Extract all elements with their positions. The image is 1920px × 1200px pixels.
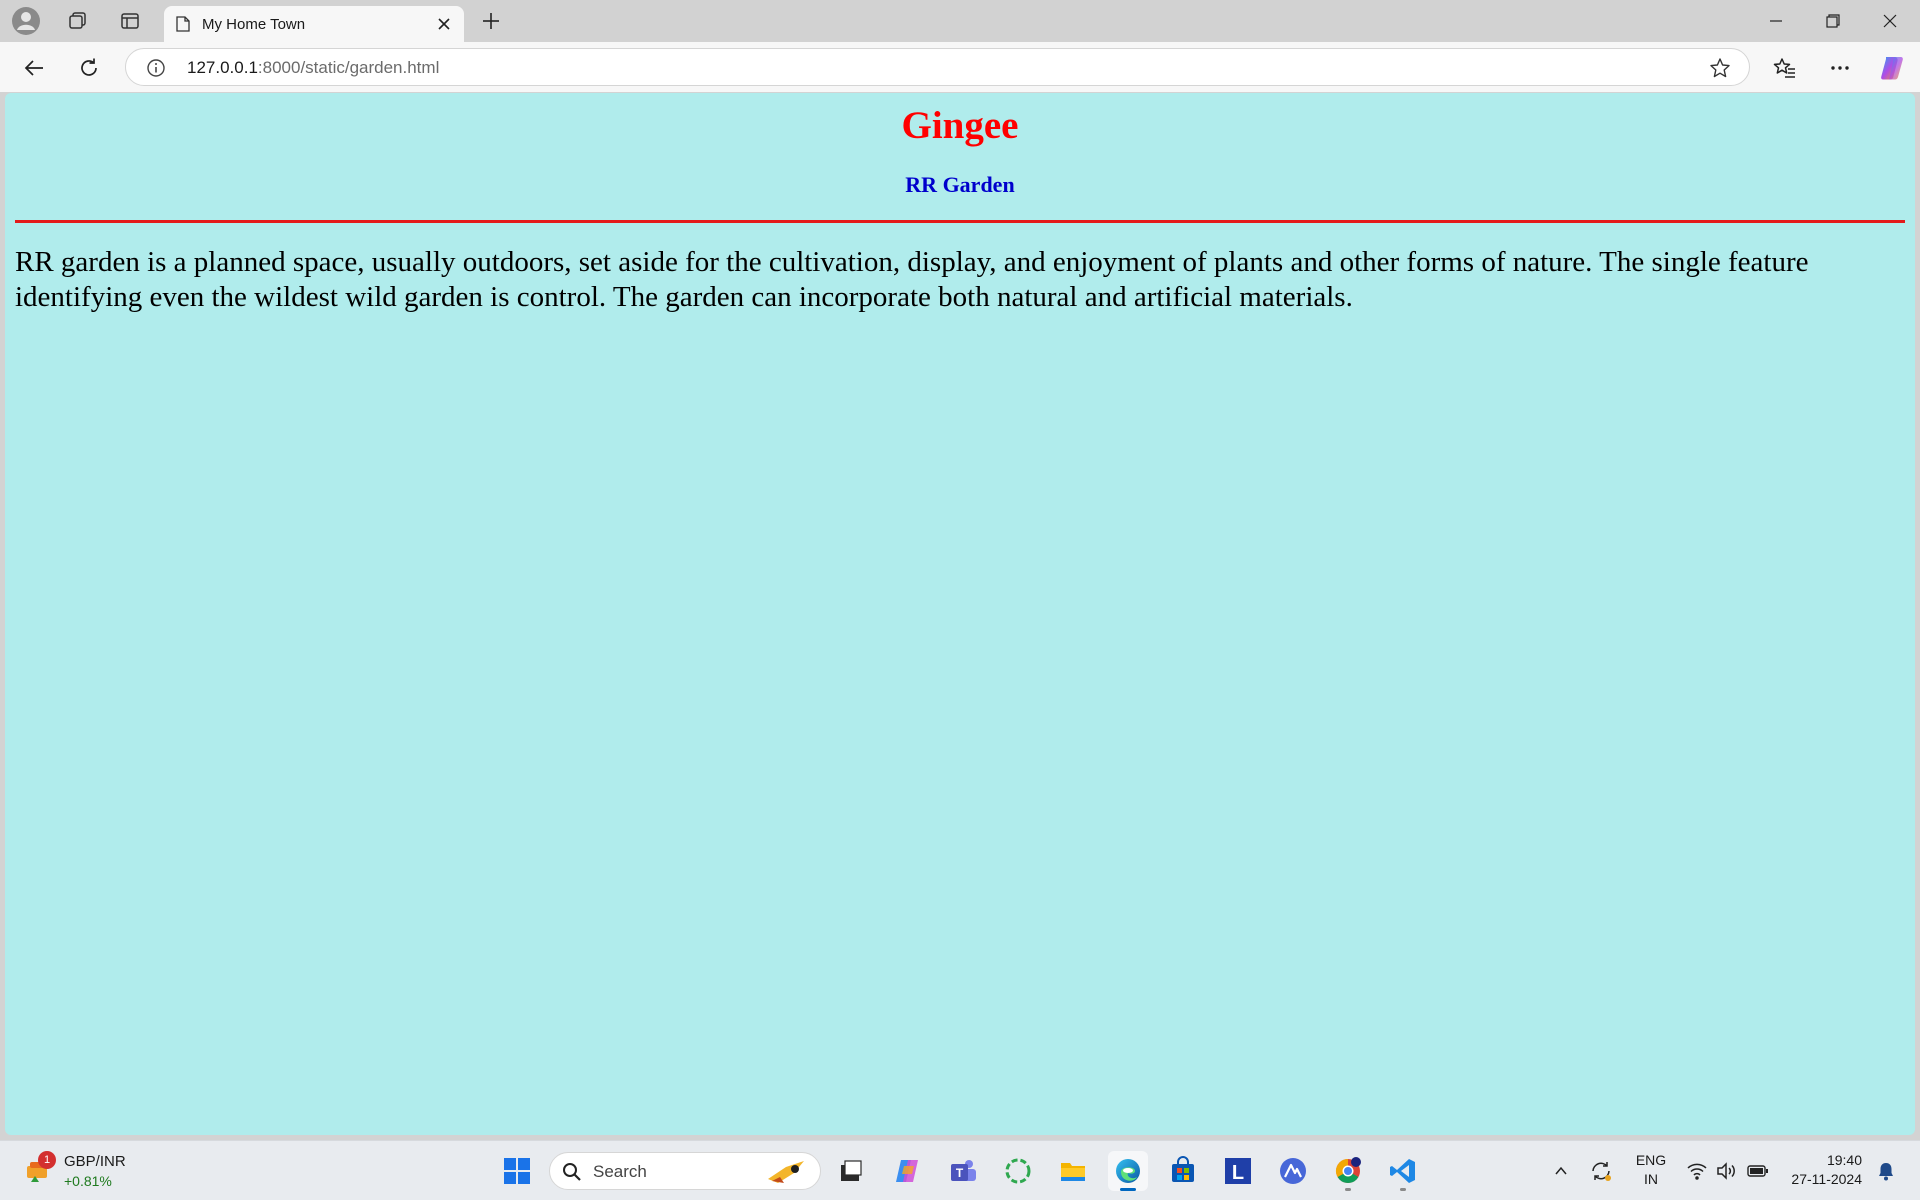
teams-icon[interactable]: T <box>943 1151 983 1191</box>
back-icon[interactable] <box>16 50 52 86</box>
vscode-icon[interactable] <box>1383 1151 1423 1191</box>
svg-text:L: L <box>1232 1162 1244 1184</box>
copilot-icon[interactable] <box>1874 50 1910 86</box>
search-label: Search <box>593 1162 647 1181</box>
address-bar[interactable]: 127.0.0.1:8000/static/garden.html <box>125 48 1750 86</box>
new-tab-icon[interactable] <box>474 6 508 36</box>
title-bar: My Home Town <box>0 0 1920 42</box>
running-app-dot-2 <box>1400 1188 1406 1191</box>
page-icon <box>176 16 190 32</box>
clock[interactable]: 19:40 27-11-2024 <box>1782 1151 1862 1189</box>
task-view-icon[interactable] <box>831 1151 871 1191</box>
close-window-icon[interactable] <box>1862 0 1918 42</box>
taskbar: 1 GBP/INR +0.81% Search T L ENG IN 19:40… <box>0 1140 1920 1200</box>
chrome-icon[interactable] <box>1328 1151 1368 1191</box>
web-page: Gingee RR Garden RR garden is a planned … <box>5 93 1915 1135</box>
taskbar-search[interactable]: Search <box>549 1152 821 1190</box>
show-hidden-icons-icon[interactable] <box>1546 1151 1576 1191</box>
url-host: 127.0.0.1 <box>187 58 258 77</box>
search-highlight-icon <box>768 1161 804 1183</box>
language-code: ENG <box>1635 1152 1667 1168</box>
url-path: :8000/static/garden.html <box>257 58 440 77</box>
horizontal-rule <box>15 219 1905 223</box>
site-info-icon[interactable] <box>146 58 166 78</box>
volume-icon[interactable] <box>1714 1151 1740 1191</box>
page-subheading: RR Garden <box>905 171 1015 197</box>
start-icon[interactable] <box>497 1151 537 1191</box>
minimize-icon[interactable] <box>1748 0 1804 42</box>
battery-icon[interactable] <box>1744 1151 1772 1191</box>
favorites-icon[interactable] <box>1767 50 1803 86</box>
clock-time: 19:40 <box>1826 1152 1862 1168</box>
url-text[interactable]: 127.0.0.1:8000/static/garden.html <box>187 58 439 78</box>
sync-status-icon[interactable] <box>1586 1151 1616 1191</box>
input-language[interactable]: ENG IN <box>1630 1151 1672 1189</box>
notifications-bell-icon[interactable] <box>1872 1151 1900 1191</box>
search-icon <box>563 1163 581 1181</box>
notification-badge: 1 <box>38 1151 56 1169</box>
widget-title: GBP/INR <box>64 1153 126 1170</box>
vertical-tabs-icon[interactable] <box>114 6 146 36</box>
page-paragraph: RR garden is a planned space, usually ou… <box>15 245 1809 313</box>
workspaces-icon[interactable] <box>61 6 93 36</box>
svg-text:T: T <box>956 1166 964 1180</box>
active-app-indicator <box>1120 1188 1136 1191</box>
favorite-star-icon[interactable] <box>1709 57 1731 79</box>
browser-toolbar: 127.0.0.1:8000/static/garden.html <box>0 42 1920 92</box>
more-options-icon[interactable] <box>1822 50 1858 86</box>
close-tab-icon[interactable] <box>430 10 458 38</box>
clock-date: 27-11-2024 <box>1791 1171 1862 1187</box>
sync-app-icon[interactable] <box>998 1151 1038 1191</box>
restore-icon[interactable] <box>1805 0 1861 42</box>
page-heading: Gingee <box>901 104 1019 147</box>
refresh-icon[interactable] <box>71 50 107 86</box>
edge-icon[interactable] <box>1108 1151 1148 1191</box>
store-icon[interactable] <box>1163 1151 1203 1191</box>
file-explorer-icon[interactable] <box>1053 1151 1093 1191</box>
copilot-app-icon[interactable] <box>887 1151 927 1191</box>
profile-icon[interactable] <box>10 6 42 36</box>
tab-title: My Home Town <box>202 15 306 33</box>
tab-my-home-town[interactable]: My Home Town <box>164 6 464 42</box>
triangle-app-icon[interactable] <box>1273 1151 1313 1191</box>
wifi-icon[interactable] <box>1684 1151 1710 1191</box>
running-app-dot <box>1345 1188 1351 1191</box>
l-app-icon[interactable]: L <box>1218 1151 1258 1191</box>
widget-value: +0.81% <box>64 1173 112 1189</box>
market-widget[interactable]: 1 GBP/INR +0.81% <box>20 1149 140 1193</box>
region-code: IN <box>1644 1171 1658 1187</box>
